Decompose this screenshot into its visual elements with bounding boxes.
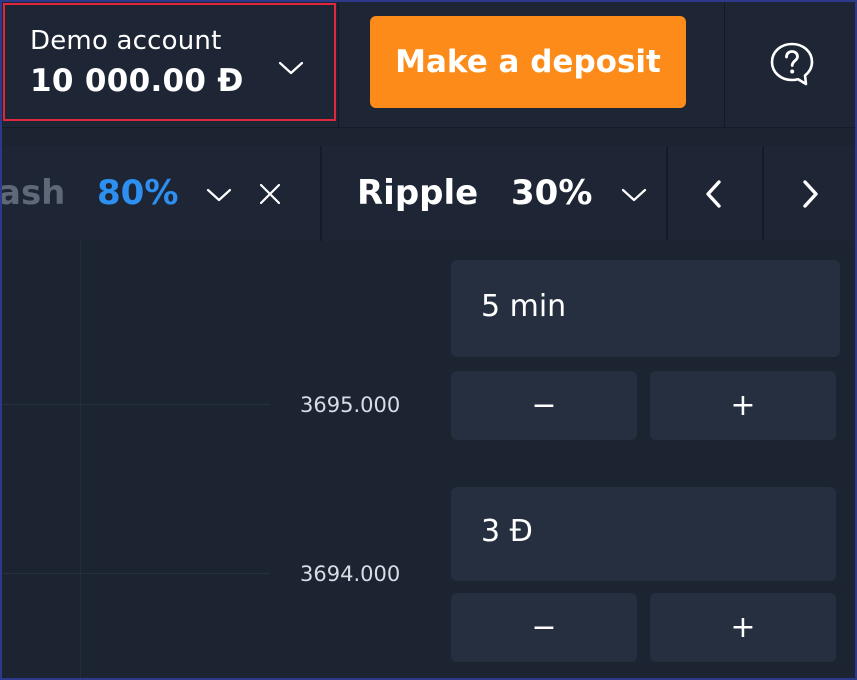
time-value: 5 min [481, 289, 567, 324]
time-input[interactable]: 5 min [451, 260, 840, 357]
asset-tab-ripple[interactable]: Ripple 30% [322, 146, 666, 241]
asset-tab-bar: ash 80% Ripple 30% [0, 146, 857, 241]
asset-tab-name: ash [0, 173, 66, 213]
chart-grid-line [0, 573, 270, 574]
account-selector[interactable]: Demo account 10 000.00 Đ [3, 3, 336, 121]
asset-tab[interactable]: ash 80% [0, 146, 320, 241]
chevron-down-icon[interactable] [620, 186, 648, 204]
help-bubble-icon [770, 42, 813, 86]
time-decrease-button[interactable]: − [451, 371, 637, 440]
help-button[interactable] [726, 0, 857, 128]
make-deposit-button[interactable]: Make a deposit [370, 16, 686, 108]
close-icon[interactable] [258, 182, 282, 206]
amount-decrease-button[interactable]: − [451, 593, 637, 662]
account-label: Demo account [30, 26, 222, 56]
asset-tab-percent: 30% [511, 173, 593, 213]
chevron-down-icon[interactable] [205, 186, 233, 204]
chart-grid-line [80, 241, 81, 680]
tabs-prev-button[interactable] [668, 146, 760, 241]
price-axis-label: 3694.000 [300, 562, 401, 586]
amount-input[interactable]: 3 Đ [451, 487, 836, 581]
price-chart[interactable]: 3695.000 3694.000 [0, 241, 445, 680]
time-increase-button[interactable]: + [650, 371, 836, 440]
asset-tab-percent: 80% [97, 173, 179, 213]
asset-tab-name: Ripple [357, 173, 479, 213]
header-divider [724, 0, 725, 128]
amount-increase-button[interactable]: + [650, 593, 836, 662]
top-header: Demo account 10 000.00 Đ Make a deposit [0, 0, 857, 128]
account-balance: 10 000.00 Đ [30, 63, 244, 99]
chevron-left-icon [706, 179, 721, 208]
tabs-next-button[interactable] [764, 146, 856, 241]
chart-grid-line [0, 404, 270, 405]
chevron-down-icon[interactable] [277, 57, 305, 77]
header-divider [338, 0, 339, 128]
amount-value: 3 Đ [481, 514, 533, 549]
price-axis-label: 3695.000 [300, 393, 401, 417]
chevron-right-icon [803, 179, 818, 208]
